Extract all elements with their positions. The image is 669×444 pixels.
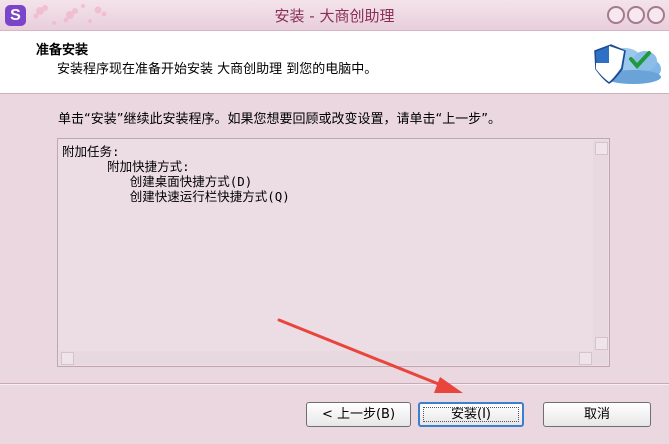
cancel-button[interactable]: 取消 <box>543 402 651 427</box>
minimize-button[interactable] <box>607 6 625 24</box>
ready-memo-textbox[interactable]: 附加任务: 附加快捷方式: 创建桌面快捷方式(D) 创建快速运行栏快捷方式(Q) <box>57 138 610 367</box>
scroll-left-button[interactable] <box>61 352 74 365</box>
back-button[interactable]: < 上一步(B) <box>306 402 411 427</box>
title-bar[interactable]: S 安装 - 大商创助理 <box>0 0 669 31</box>
page-title: 准备安装 <box>36 43 89 58</box>
scroll-up-button[interactable] <box>595 142 608 155</box>
instruction-text: 单击“安装”继续此安装程序。如果您想要回顾或改变设置，请单击“上一步”。 <box>58 112 501 127</box>
maximize-button[interactable] <box>627 6 645 24</box>
setup-cloud-shield-icon <box>594 44 661 84</box>
scroll-right-button[interactable] <box>579 352 592 365</box>
installer-window: S 安装 - 大商创助理 准备安装 安装程序现在准备开始安装 大商创助理 到您的… <box>0 0 669 444</box>
page-subtitle: 安装程序现在准备开始安装 大商创助理 到您的电脑中。 <box>57 62 378 77</box>
window-title: 安装 - 大商创助理 <box>274 7 395 25</box>
memo-line: 创建快速运行栏快捷方式(Q) <box>62 189 290 204</box>
footer-divider <box>0 383 669 385</box>
scroll-down-button[interactable] <box>595 337 608 350</box>
install-button[interactable]: 安装(I) <box>418 402 524 427</box>
vertical-scrollbar[interactable] <box>593 140 608 365</box>
horizontal-scrollbar[interactable] <box>59 351 594 365</box>
wizard-header: 准备安装 安装程序现在准备开始安装 大商创助理 到您的电脑中。 <box>0 31 669 94</box>
close-button[interactable] <box>647 6 665 24</box>
